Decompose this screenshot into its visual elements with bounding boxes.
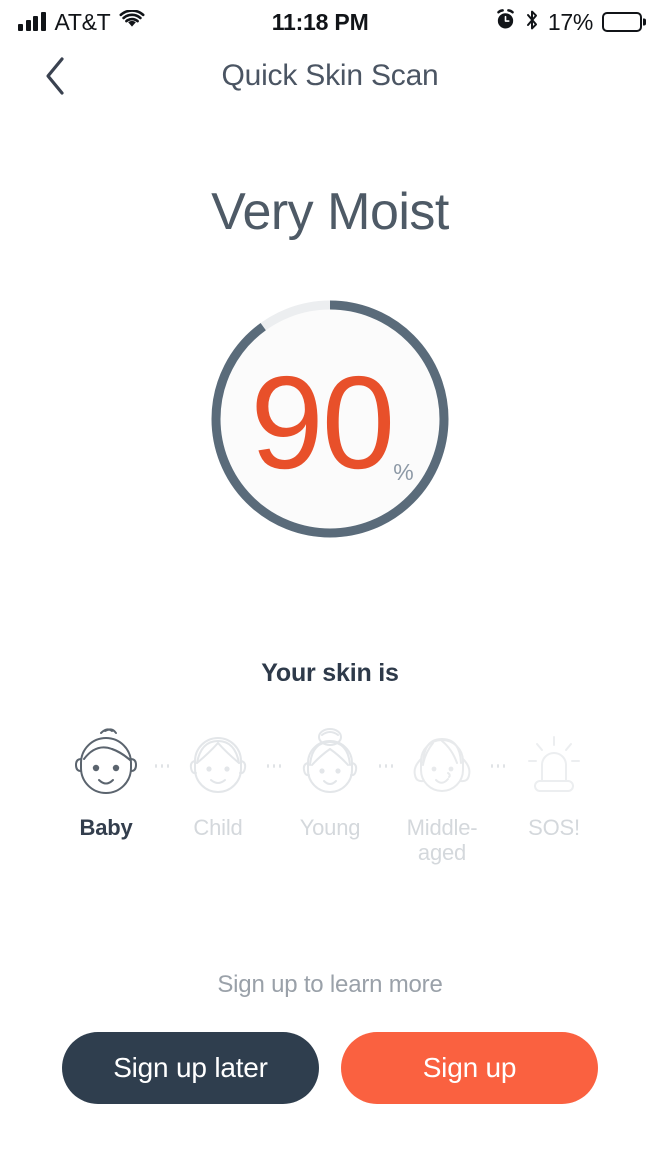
clock-label: 11:18 PM bbox=[271, 8, 369, 35]
skin-stage-sos[interactable]: SOS! bbox=[505, 722, 603, 841]
signup-hint-link[interactable]: Sign up to learn more bbox=[0, 971, 660, 999]
page-title: Quick Skin Scan bbox=[221, 59, 439, 92]
battery-percent-label: 17% bbox=[547, 8, 593, 35]
stage-separator-dots bbox=[491, 764, 505, 768]
skin-stage-baby[interactable]: Baby bbox=[57, 722, 155, 841]
gauge-unit: % bbox=[393, 459, 414, 485]
battery-icon bbox=[602, 12, 642, 32]
face-child-icon bbox=[179, 722, 257, 804]
sign-up-button[interactable]: Sign up bbox=[341, 1032, 598, 1104]
nav-bar: Quick Skin Scan bbox=[0, 44, 660, 108]
status-bar: AT&T 11:18 PM 17% bbox=[0, 0, 660, 44]
quick-skin-scan-screen: AT&T 11:18 PM 17% Quick Skin Scan Very M… bbox=[0, 0, 660, 1174]
footer-button-row: Sign up later Sign up bbox=[0, 1032, 660, 1104]
carrier-label: AT&T bbox=[54, 8, 111, 35]
moisture-gauge: 90 % bbox=[207, 296, 453, 542]
skin-stage-label: SOS! bbox=[528, 815, 580, 840]
skin-stage-label: Child bbox=[193, 815, 243, 840]
wifi-icon bbox=[119, 9, 145, 34]
face-young-icon bbox=[291, 722, 369, 804]
skin-stage-child[interactable]: Child bbox=[169, 722, 267, 841]
skin-section-label: Your skin is bbox=[261, 659, 399, 687]
skin-stage-middle-aged[interactable]: Middle-aged bbox=[393, 722, 491, 865]
siren-icon bbox=[515, 722, 593, 804]
skin-stage-label: Baby bbox=[79, 815, 133, 840]
result-headline: Very Moist bbox=[211, 183, 449, 241]
status-bar-center: 11:18 PM bbox=[145, 9, 494, 36]
skin-stage-young[interactable]: Young bbox=[281, 722, 379, 841]
face-baby-icon bbox=[67, 722, 145, 804]
face-middle-aged-icon bbox=[403, 722, 481, 804]
skin-stage-label: Middle-aged bbox=[406, 815, 478, 865]
signal-bars-icon bbox=[18, 12, 46, 31]
gauge-readout: 90 % bbox=[207, 296, 453, 542]
gauge-value: 90 bbox=[250, 349, 395, 496]
alarm-clock-icon bbox=[495, 9, 516, 35]
skin-stage-list: Baby Child Young Middle-aged SOS! bbox=[0, 722, 660, 865]
sign-up-later-button[interactable]: Sign up later bbox=[62, 1032, 319, 1104]
bluetooth-icon bbox=[525, 9, 539, 36]
stage-separator-dots bbox=[379, 764, 393, 768]
status-bar-left: AT&T bbox=[18, 9, 145, 36]
stage-separator-dots bbox=[155, 764, 169, 768]
stage-separator-dots bbox=[267, 764, 281, 768]
status-bar-right: 17% bbox=[495, 9, 642, 36]
skin-stage-label: Young bbox=[299, 815, 361, 840]
